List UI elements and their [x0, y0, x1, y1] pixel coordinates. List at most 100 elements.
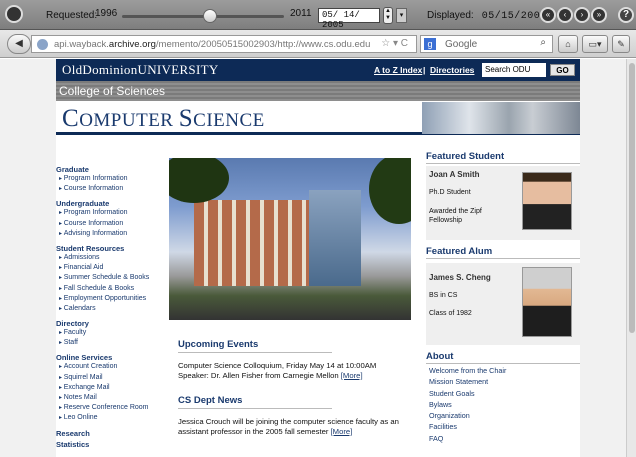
first-icon[interactable]: «: [540, 7, 556, 23]
a-to-z-link[interactable]: A to Z Index: [374, 65, 422, 75]
about-item[interactable]: Mission Statement: [426, 377, 580, 388]
wayback-logo-icon[interactable]: [5, 5, 23, 23]
about-item[interactable]: Welcome from the Chair: [426, 366, 580, 377]
sidebar-item[interactable]: Notes Mail: [56, 394, 164, 404]
news-text: Jessica Crouch will be joining the compu…: [178, 417, 399, 436]
featured-student-card: Joan A Smith Ph.D Student Awarded the Zi…: [426, 166, 580, 240]
page-viewport: OldDominionUNIVERSITY A to Z Index | Dir…: [0, 59, 626, 457]
sidebar-item[interactable]: Program Information: [56, 209, 164, 219]
featured-student-heading: Featured Student: [426, 151, 580, 164]
sidebar-heading-undergraduate[interactable]: Undergraduate: [56, 199, 164, 209]
sidebar-item[interactable]: Employment Opportunities: [56, 295, 164, 305]
vertical-scrollbar[interactable]: [626, 59, 636, 457]
student-degree: Ph.D Student: [429, 189, 471, 196]
about-item[interactable]: Organization: [426, 411, 580, 422]
directories-link[interactable]: Directories: [430, 65, 474, 75]
address-bar[interactable]: api.wayback.archive.org/memento/20050515…: [31, 35, 417, 53]
globe-icon: [37, 39, 48, 50]
news-more-link[interactable]: [More]: [331, 427, 353, 436]
sidebar-item[interactable]: Reserve Conference Room: [56, 404, 164, 414]
banner-images: [422, 102, 580, 134]
date-input[interactable]: 05/ 14/ 2005: [318, 8, 380, 30]
help-icon[interactable]: ?: [618, 7, 634, 23]
sidebar-item[interactable]: Course Information: [56, 220, 164, 230]
year-start-label: 1996: [95, 8, 118, 19]
date-slider-knob[interactable]: [203, 9, 217, 23]
search-icon[interactable]: ⌕: [540, 37, 546, 48]
main-column: Upcoming Events Computer Science Colloqu…: [178, 339, 428, 451]
sidebar-item[interactable]: Account Creation: [56, 363, 164, 373]
sidebar-item[interactable]: Program Information: [56, 175, 164, 185]
prev-icon[interactable]: ‹: [557, 7, 573, 23]
student-photo: [522, 172, 572, 230]
alum-photo: [522, 267, 572, 337]
sidebar-heading-online-services[interactable]: Online Services: [56, 353, 164, 363]
news-heading: CS Dept News: [178, 395, 332, 409]
bookmark-star-icon[interactable]: ☆ ▾ C: [381, 38, 408, 49]
sidebar-item[interactable]: Squirrel Mail: [56, 374, 164, 384]
events-text: Computer Science Colloquium, Friday May …: [178, 361, 377, 380]
sidebar-item[interactable]: Financial Aid: [56, 264, 164, 274]
odu-cs-page: OldDominionUNIVERSITY A to Z Index | Dir…: [56, 59, 580, 457]
sidebar-heading-directory[interactable]: Directory: [56, 319, 164, 329]
sidebar-item[interactable]: Advising Information: [56, 230, 164, 240]
separator: |: [423, 65, 426, 75]
sidebar-item[interactable]: Summer Schedule & Books: [56, 274, 164, 284]
date-stepper[interactable]: ▲ ▼: [383, 7, 393, 24]
student-award: Awarded the Zipf Fellowship: [429, 208, 482, 224]
about-item[interactable]: Facilities: [426, 422, 580, 433]
sidebar-heading-graduate[interactable]: Graduate: [56, 165, 164, 175]
alum-degree: BS in CS: [429, 292, 458, 299]
about-item[interactable]: FAQ: [426, 434, 580, 445]
right-column: Featured Student Joan A Smith Ph.D Stude…: [426, 151, 580, 445]
wayback-toolbar: Requested: 1996 2011 05/ 14/ 2005 ▲ ▼ ▾ D…: [0, 0, 636, 30]
featured-alum-card: James S. Cheng BS in CS Class of 1982: [426, 263, 580, 345]
sidebar-item[interactable]: Calendars: [56, 305, 164, 315]
last-icon[interactable]: »: [591, 7, 607, 23]
sidebar-item[interactable]: Admissions: [56, 254, 164, 264]
sidebar-heading-statistics[interactable]: Statistics: [56, 440, 164, 450]
about-item[interactable]: Bylaws: [426, 400, 580, 411]
displayed-label: Displayed: 05/15/2005: [427, 10, 547, 22]
date-dropdown-button[interactable]: ▾: [396, 8, 407, 23]
sidebar-item[interactable]: Staff: [56, 339, 164, 349]
sidebar-item[interactable]: Faculty: [56, 329, 164, 339]
sidebar-item[interactable]: Course Information: [56, 185, 164, 195]
year-end-label: 2011: [290, 8, 312, 19]
about-item[interactable]: Student Goals: [426, 389, 580, 400]
sidebar-item[interactable]: Leo Online: [56, 414, 164, 424]
go-button[interactable]: GO: [550, 64, 575, 76]
alum-class: Class of 1982: [429, 310, 472, 317]
dept-title: COMPUTER SCIENCE: [62, 105, 265, 132]
university-logo[interactable]: OldDominionUNIVERSITY: [62, 62, 219, 78]
scrollbar-thumb[interactable]: [629, 63, 635, 333]
about-heading: About: [426, 351, 580, 364]
featured-alum-heading: Featured Alum: [426, 246, 580, 259]
student-name: Joan A Smith: [429, 170, 480, 179]
sidebar-heading-student-resources[interactable]: Student Resources: [56, 244, 164, 254]
odu-search-input[interactable]: Search ODU: [482, 63, 546, 77]
about-section: About Welcome from the Chair Mission Sta…: [426, 351, 580, 445]
sidebar-item[interactable]: Exchange Mail: [56, 384, 164, 394]
events-more-link[interactable]: [More]: [341, 371, 363, 380]
university-header: OldDominionUNIVERSITY A to Z Index | Dir…: [56, 59, 580, 81]
wayback-nav: «‹ ›»: [540, 7, 608, 23]
events-heading: Upcoming Events: [178, 339, 332, 353]
sidebar-heading-research[interactable]: Research: [56, 429, 164, 439]
college-banner: College of Sciences: [56, 81, 580, 101]
search-bar[interactable]: g Google ⌕: [420, 35, 553, 53]
dept-banner: COMPUTER SCIENCE: [56, 101, 580, 135]
back-button[interactable]: ◀: [7, 34, 31, 54]
building-photo: [169, 158, 411, 320]
browser-toolbar: ◀ api.wayback.archive.org/memento/200505…: [0, 30, 636, 58]
displayed-date: 05/15/2005: [481, 11, 547, 22]
google-icon[interactable]: g: [424, 38, 436, 50]
tools-icon[interactable]: ✎: [612, 35, 630, 53]
alum-name: James S. Cheng: [429, 273, 491, 282]
home-icon[interactable]: ⌂: [558, 35, 578, 53]
sidebar-nav: Graduate Program Information Course Info…: [56, 161, 164, 450]
requested-label: Requested:: [46, 10, 98, 21]
next-icon[interactable]: ›: [574, 7, 590, 23]
menu-icon[interactable]: ▭▾: [582, 35, 608, 53]
sidebar-item[interactable]: Fall Schedule & Books: [56, 285, 164, 295]
